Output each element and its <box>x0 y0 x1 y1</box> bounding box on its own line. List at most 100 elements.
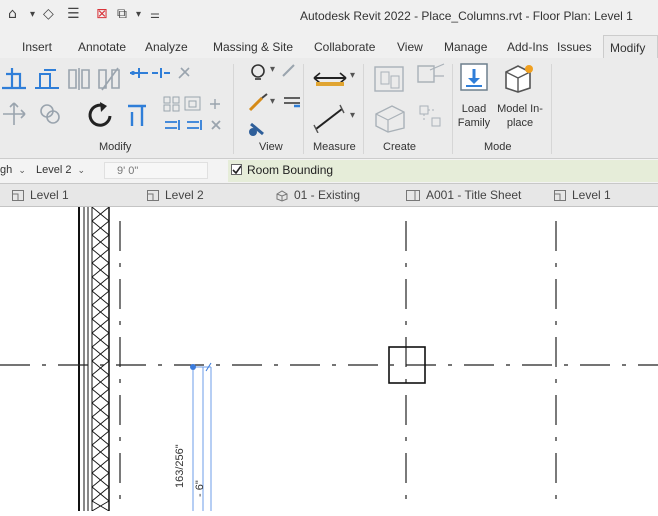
panel-separator <box>303 64 304 154</box>
floor-plan-icon <box>554 190 566 202</box>
view-tab-a001-title-sheet[interactable]: A001 - Title Sheet <box>406 184 521 206</box>
split-element-icon[interactable] <box>128 66 150 80</box>
panel-separator <box>551 64 552 154</box>
sheet-icon <box>406 190 420 202</box>
mirror-pick-axis-icon[interactable] <box>66 66 92 92</box>
offset-icon[interactable] <box>32 64 62 92</box>
view-tab-01-existing[interactable]: 01 - Existing <box>275 184 360 206</box>
view-tab-label: Level 2 <box>165 188 204 202</box>
customize-qat-icon[interactable]: ⚌ <box>150 8 160 21</box>
sync-icon[interactable]: ◇ <box>43 6 54 22</box>
dimension-grip-icon[interactable] <box>190 364 196 370</box>
floor-plan-icon <box>12 190 24 202</box>
panel-label-modify: Modify <box>99 141 132 153</box>
dropdown-arrow-icon[interactable]: ▾ <box>270 96 275 107</box>
thin-lines-icon[interactable]: ☰ <box>67 6 80 22</box>
tab-collaborate[interactable]: Collaborate <box>314 40 375 54</box>
hide-bulb-icon[interactable] <box>247 62 269 84</box>
tab-insert[interactable]: Insert <box>22 40 52 54</box>
panel-label-create: Create <box>383 141 417 153</box>
home-icon[interactable]: ⌂ <box>8 6 17 22</box>
tab-annotate[interactable]: Annotate <box>78 40 126 54</box>
dropdown-arrow-icon[interactable]: ▾ <box>350 110 355 121</box>
view-tab-level-1[interactable]: Level 1 <box>12 184 69 206</box>
view-tab-label: Level 1 <box>30 188 69 202</box>
linework-brush-icon[interactable] <box>246 92 272 114</box>
tab-view[interactable]: View <box>397 40 423 54</box>
dropdown-arrow-icon[interactable]: ▾ <box>30 9 35 20</box>
create-assembly-icon[interactable] <box>372 64 408 94</box>
rotate-icon[interactable] <box>84 100 116 132</box>
ribbon-tab-bar: Insert Annotate Analyze Massing & Site C… <box>0 32 658 58</box>
delete-icon[interactable] <box>209 118 223 132</box>
view-tab-level-1-active[interactable]: Level 1 <box>554 184 611 206</box>
paint-icon[interactable] <box>247 120 269 138</box>
model-in-place-label[interactable]: Model In-place <box>495 102 545 130</box>
load-family-label[interactable]: Load Family <box>452 102 496 130</box>
dropdown-arrow-icon[interactable]: ▾ <box>270 64 275 75</box>
pin-icon[interactable] <box>175 64 193 82</box>
model-in-place-icon[interactable] <box>502 62 536 94</box>
view-tab-label: Level 1 <box>572 188 611 202</box>
chevron-down-icon: ⌄ <box>77 165 86 175</box>
floor-plan-icon <box>147 190 159 202</box>
trim-extend-icon[interactable] <box>124 98 154 128</box>
room-bounding-label: Room Bounding <box>247 163 334 177</box>
options-bar: gh ⌄ Level 2 ⌄ 9' 0" Room Bounding <box>0 159 658 184</box>
tab-analyze[interactable]: Analyze <box>145 40 188 54</box>
line-weight-icon[interactable] <box>282 94 302 110</box>
tab-modify[interactable]: Modify <box>603 35 658 58</box>
trim-single-icon[interactable] <box>185 118 205 132</box>
create-similar-icon[interactable] <box>370 100 410 134</box>
room-bounding-checkbox[interactable] <box>231 164 242 175</box>
override-graphics-icon[interactable] <box>280 62 298 80</box>
create-parts-icon[interactable] <box>414 62 448 92</box>
tab-manage[interactable]: Manage <box>444 40 487 54</box>
tab-add-ins[interactable]: Add-Ins <box>507 40 548 54</box>
panel-label-measure: Measure <box>313 141 356 153</box>
ribbon-panel: Modify ▾ ▾ View ▾ ▾ Measure Create Load … <box>0 58 658 159</box>
align-icon[interactable] <box>0 64 28 92</box>
measure-between-references-icon[interactable] <box>312 68 348 88</box>
height-depth-select[interactable]: gh ⌄ <box>0 162 30 179</box>
view-tab-label: 01 - Existing <box>294 188 361 202</box>
mirror-draw-axis-icon[interactable] <box>96 66 122 92</box>
3d-view-icon <box>276 190 288 202</box>
floor-plan-drawing[interactable]: 163/256" - 6" <box>0 206 658 512</box>
window-title: Autodesk Revit 2022 - Place_Columns.rvt … <box>300 9 633 23</box>
panel-label-view: View <box>259 141 283 153</box>
level-select[interactable]: Level 2 ⌄ <box>36 162 96 179</box>
tab-massing-site[interactable]: Massing & Site <box>213 40 293 54</box>
split-with-gap-icon[interactable] <box>150 66 172 80</box>
panel-separator <box>363 64 364 154</box>
unpin-icon[interactable] <box>207 96 223 112</box>
drawing-canvas[interactable]: 163/256" - 6" <box>0 206 658 512</box>
dimension-text[interactable]: 163/256" <box>174 444 186 488</box>
tab-issues[interactable]: Issues <box>557 40 592 54</box>
dropdown-arrow-icon[interactable]: ▾ <box>136 9 141 20</box>
view-tab-label: A001 - Title Sheet <box>426 188 522 202</box>
panel-separator <box>233 64 234 154</box>
copy-icon[interactable] <box>36 100 64 128</box>
chevron-down-icon: ⌄ <box>18 165 26 175</box>
aligned-dimension-icon[interactable] <box>312 103 348 133</box>
close-hidden-icon[interactable]: ⊠ <box>96 6 108 22</box>
level-value: Level 2 <box>36 164 72 176</box>
title-bar: ⌂ ▾ ◇ ☰ ⊠ ⧉ ▾ ⚌ Autodesk Revit 2022 - Pl… <box>0 0 658 32</box>
array-icon[interactable] <box>163 96 181 112</box>
switch-windows-icon[interactable]: ⧉ <box>117 6 127 22</box>
checkmark-icon <box>232 165 241 174</box>
height-mode-value: gh <box>0 164 13 176</box>
view-tab-level-2[interactable]: Level 2 <box>147 184 204 206</box>
scale-icon[interactable] <box>184 96 202 112</box>
view-tab-bar: Level 1 Level 2 01 - Existing A001 - Tit… <box>0 184 658 207</box>
load-family-icon[interactable] <box>459 62 491 94</box>
panel-label-mode: Mode <box>484 141 512 153</box>
move-icon[interactable] <box>0 100 28 128</box>
dimension-text-secondary[interactable]: - 6" <box>194 480 206 497</box>
create-group-icon[interactable] <box>416 102 446 132</box>
offset-input[interactable]: 9' 0" <box>104 162 208 179</box>
dropdown-arrow-icon[interactable]: ▾ <box>350 70 355 81</box>
wall[interactable] <box>78 206 110 512</box>
trim-multiple-icon[interactable] <box>163 118 183 132</box>
